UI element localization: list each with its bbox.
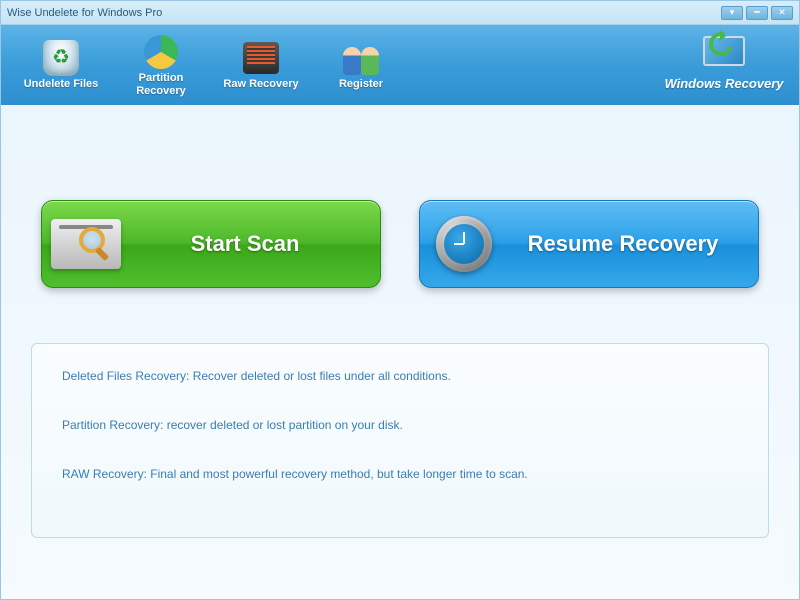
minimize-button[interactable]: ━	[746, 6, 768, 20]
recycle-bin-icon	[41, 39, 81, 77]
chip-icon	[241, 39, 281, 77]
resume-recovery-label: Resume Recovery	[508, 231, 758, 257]
drive-scan-icon	[42, 200, 130, 288]
undelete-files-button[interactable]: Undelete Files	[11, 30, 111, 100]
raw-recovery-button[interactable]: Raw Recovery	[211, 30, 311, 100]
info-panel: Deleted Files Recovery: Recover deleted …	[31, 343, 769, 538]
start-scan-label: Start Scan	[130, 231, 380, 257]
monitor-icon	[704, 38, 744, 76]
main-content: Start Scan Resume Recovery Deleted Files…	[1, 105, 799, 558]
info-raw: RAW Recovery: Final and most powerful re…	[62, 467, 738, 481]
register-button[interactable]: Register	[311, 30, 411, 100]
raw-label: Raw Recovery	[223, 78, 298, 91]
register-label: Register	[339, 78, 383, 91]
start-scan-button[interactable]: Start Scan	[41, 200, 381, 288]
windows-recovery-label: Windows Recovery	[664, 77, 783, 92]
help-button[interactable]: ▾	[721, 6, 743, 20]
info-deleted: Deleted Files Recovery: Recover deleted …	[62, 369, 738, 383]
window-title: Wise Undelete for Windows Pro	[7, 7, 718, 19]
windows-recovery-button[interactable]: Windows Recovery	[659, 30, 789, 100]
resume-recovery-button[interactable]: Resume Recovery	[419, 200, 759, 288]
info-partition: Partition Recovery: recover deleted or l…	[62, 418, 738, 432]
pie-chart-icon	[141, 33, 181, 71]
clock-icon	[420, 200, 508, 288]
partition-recovery-button[interactable]: Partition Recovery	[111, 30, 211, 100]
partition-label: Partition Recovery	[136, 72, 186, 97]
titlebar: Wise Undelete for Windows Pro ▾ ━ ✕	[1, 1, 799, 25]
toolbar: Undelete Files Partition Recovery Raw Re…	[1, 25, 799, 105]
close-button[interactable]: ✕	[771, 6, 793, 20]
people-icon	[341, 39, 381, 77]
undelete-label: Undelete Files	[24, 78, 99, 91]
action-row: Start Scan Resume Recovery	[31, 200, 769, 288]
